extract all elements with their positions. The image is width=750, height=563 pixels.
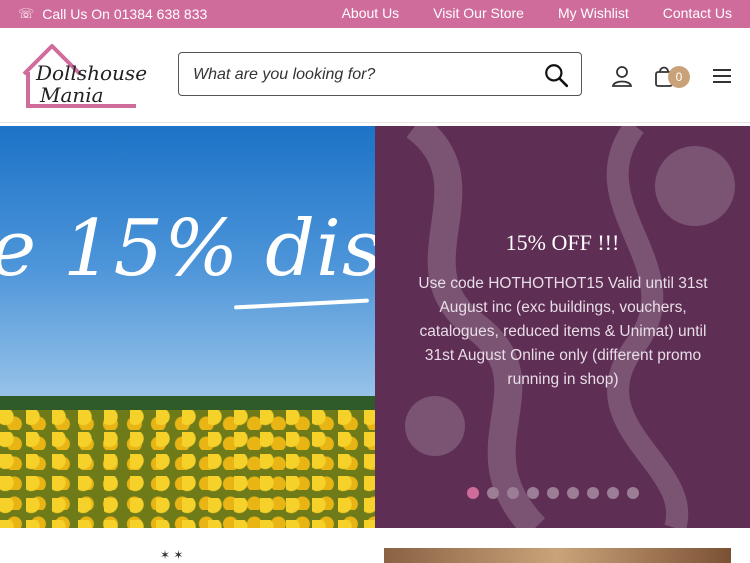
house-logo-icon: Dollshouse Mania: [22, 44, 147, 108]
slider-dot[interactable]: [587, 487, 599, 499]
search-box: [178, 52, 582, 96]
top-links: About Us Visit Our Store My Wishlist Con…: [342, 5, 732, 21]
logo[interactable]: Dollshouse Mania: [18, 40, 148, 110]
phone-link[interactable]: ☏ Call Us On 01384 638 833: [18, 6, 207, 22]
slider-dot[interactable]: [607, 487, 619, 499]
about-us-link[interactable]: About Us: [342, 5, 400, 21]
slider-dot[interactable]: [467, 487, 479, 499]
slider-dot[interactable]: [627, 487, 639, 499]
hero-slider: e 15% disco 15% OFF !!! Use code HOTHOTH…: [0, 126, 750, 528]
slider-dot[interactable]: [567, 487, 579, 499]
slider-dot[interactable]: [527, 487, 539, 499]
hero-image-text: e 15% disco: [0, 204, 375, 294]
phone-icon: ☏: [18, 6, 35, 21]
search-input[interactable]: [191, 61, 525, 89]
menu-icon[interactable]: [710, 64, 734, 88]
below-hero-section: ✶ ✶: [0, 528, 750, 563]
visit-store-link[interactable]: Visit Our Store: [433, 5, 524, 21]
svg-text:Dollshouse: Dollshouse: [35, 61, 147, 85]
promo-panel: 15% OFF !!! Use code HOTHOTHOT15 Valid u…: [375, 126, 750, 528]
slider-dot[interactable]: [547, 487, 559, 499]
slider-dots: [467, 487, 639, 499]
category-thumbnail[interactable]: [384, 548, 731, 563]
sunflower-field: [0, 410, 375, 528]
cart-count-badge: 0: [668, 66, 690, 88]
slider-dot[interactable]: [507, 487, 519, 499]
svg-text:Mania: Mania: [39, 83, 104, 107]
slider-dot[interactable]: [487, 487, 499, 499]
promo-title: 15% OFF !!!: [505, 230, 620, 255]
promo-description: Use code HOTHOTHOT15 Valid until 31st Au…: [418, 275, 708, 388]
cart-button[interactable]: 0: [652, 64, 692, 88]
contact-us-link[interactable]: Contact Us: [663, 5, 732, 21]
top-bar: ☏ Call Us On 01384 638 833 About Us Visi…: [0, 0, 750, 28]
hero-image[interactable]: e 15% disco: [0, 126, 375, 528]
site-header: Dollshouse Mania 0: [0, 28, 750, 123]
phone-text: Call Us On 01384 638 833: [42, 6, 208, 22]
stars-decoration: ✶ ✶: [160, 548, 184, 562]
account-icon[interactable]: [610, 64, 634, 88]
search-icon[interactable]: [543, 62, 569, 88]
wishlist-link[interactable]: My Wishlist: [558, 5, 629, 21]
header-icons: 0: [610, 64, 734, 88]
